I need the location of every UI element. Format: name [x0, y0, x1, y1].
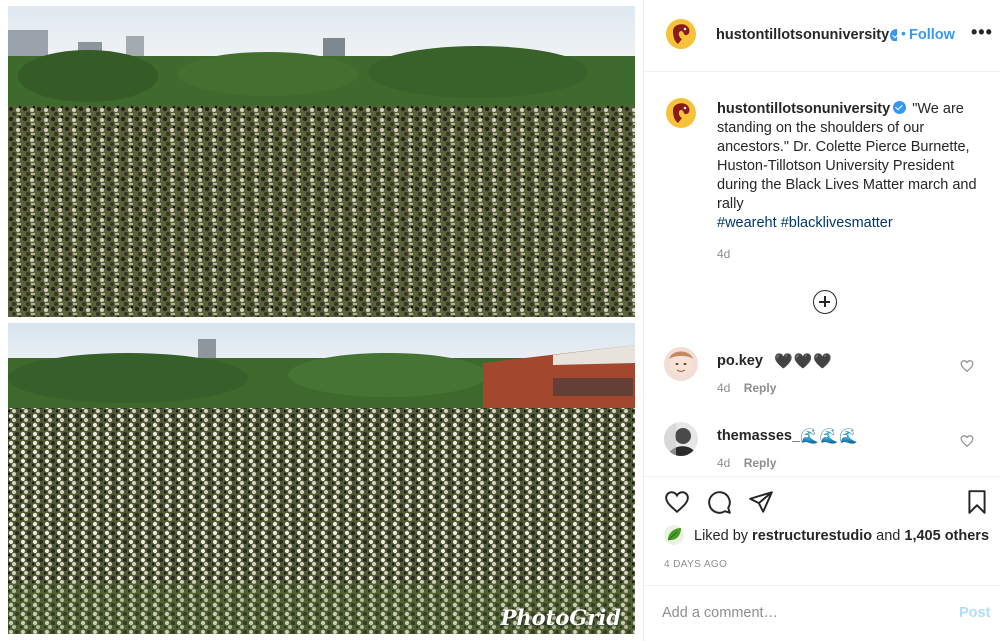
- likes-conjunction: and: [876, 528, 901, 544]
- verified-icon: [887, 29, 897, 41]
- like-comment-heart-icon[interactable]: [960, 434, 974, 448]
- load-more-comments-icon[interactable]: [813, 290, 837, 314]
- caption-text-block: hustontillotsonuniversity "We are standi…: [717, 100, 979, 233]
- commenter-avatar[interactable]: [664, 422, 698, 456]
- add-comment-input[interactable]: [662, 602, 932, 624]
- post-comment-button[interactable]: Post: [959, 605, 990, 621]
- likes-text: Liked by restructurestudio and 1,405 oth…: [694, 528, 989, 544]
- comment-text: 🌊🌊🌊: [800, 428, 860, 445]
- liker-avatar[interactable]: [664, 525, 684, 545]
- account-username[interactable]: hustontillotsonuniversity: [716, 27, 889, 43]
- comment-item: po.key 🖤🖤🖤 4d Reply: [644, 347, 1000, 417]
- rally-photo-top: [8, 6, 635, 317]
- post-date[interactable]: 4 DAYS AGO: [664, 559, 727, 570]
- likes-prefix: Liked by: [694, 528, 749, 544]
- share-paper-plane-icon[interactable]: [748, 489, 774, 515]
- post-media: PhotoGrid: [0, 0, 643, 641]
- ram-logo-icon: [664, 96, 698, 130]
- likes-others-link[interactable]: 1,405 others: [904, 528, 989, 544]
- like-comment-heart-icon[interactable]: [960, 359, 974, 373]
- commenter-username[interactable]: po.key: [717, 353, 763, 369]
- follow-button[interactable]: Follow: [909, 27, 955, 43]
- add-comment-area: Post: [644, 585, 1000, 641]
- post-header: hustontillotsonuniversity • Follow •••: [644, 0, 1000, 72]
- comment-meta: 4d Reply: [717, 381, 776, 395]
- comment-timestamp[interactable]: 4d: [717, 381, 730, 395]
- user-photo-icon: [664, 422, 698, 456]
- caption-body: "We are standing on the shoulders of our…: [717, 101, 977, 212]
- account-avatar[interactable]: [664, 17, 698, 51]
- more-options-icon[interactable]: •••: [971, 22, 993, 43]
- photogrid-watermark: PhotoGrid: [500, 605, 621, 630]
- post-actions: Liked by restructurestudio and 1,405 oth…: [644, 476, 1000, 641]
- comment-icon[interactable]: [706, 489, 732, 515]
- caption-avatar[interactable]: [664, 96, 698, 130]
- verified-icon: [893, 101, 907, 114]
- comment-meta: 4d Reply: [717, 456, 776, 470]
- liker-username[interactable]: restructurestudio: [752, 528, 872, 544]
- like-heart-icon[interactable]: [664, 489, 690, 515]
- user-photo-icon: [664, 347, 698, 381]
- hashtag-link[interactable]: #weareht: [717, 215, 777, 231]
- post-side-panel: hustontillotsonuniversity • Follow ••• h…: [643, 0, 1000, 641]
- comment-timestamp[interactable]: 4d: [717, 456, 730, 470]
- comment-text: 🖤🖤🖤: [774, 353, 834, 370]
- reply-button[interactable]: Reply: [744, 381, 777, 395]
- commenter-avatar[interactable]: [664, 347, 698, 381]
- ram-logo-icon: [664, 17, 698, 51]
- commenter-username[interactable]: themasses_: [717, 428, 800, 444]
- hashtag-link[interactable]: #blacklivesmatter: [781, 215, 893, 231]
- header-separator: •: [901, 25, 906, 41]
- caption-username[interactable]: hustontillotsonuniversity: [717, 101, 890, 117]
- reply-button[interactable]: Reply: [744, 456, 777, 470]
- caption-timestamp[interactable]: 4d: [717, 247, 730, 261]
- rally-photo-bottom: PhotoGrid: [8, 323, 635, 634]
- leaf-avatar-icon: [664, 525, 684, 545]
- save-bookmark-icon[interactable]: [964, 489, 990, 515]
